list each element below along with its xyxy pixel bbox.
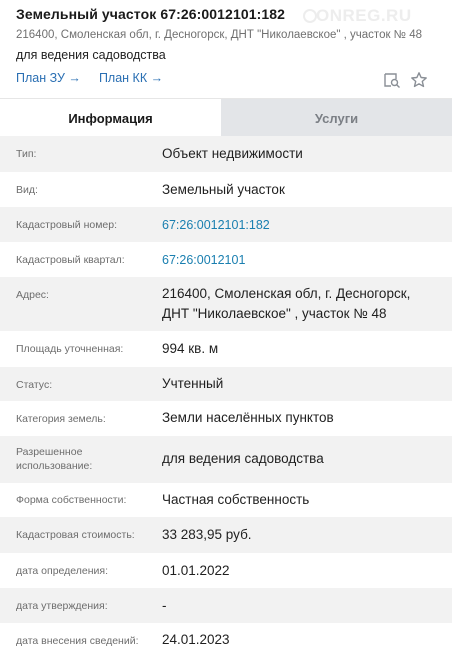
row-label-line1: Разрешенное bbox=[16, 446, 83, 458]
page-title: Земельный участок 67:26:0012101:182 bbox=[16, 6, 286, 22]
cadastral-number-link[interactable]: 67:26:0012101:182 bbox=[162, 215, 442, 235]
object-purpose: для ведения садоводства bbox=[16, 48, 166, 62]
row-label: Тип: bbox=[16, 148, 37, 160]
row-label-line2: использование: bbox=[16, 460, 93, 472]
row-value: Объект недвижимости bbox=[162, 146, 303, 161]
row-value: - bbox=[162, 598, 167, 613]
table-row: Форма собственности: Частная собственнос… bbox=[0, 483, 452, 517]
table-row: Адрес: 216400, Смоленская обл, г. Десног… bbox=[0, 277, 452, 331]
row-label: Форма собственности: bbox=[16, 494, 127, 506]
watermark-logo-icon bbox=[303, 9, 317, 23]
row-value: Земельный участок bbox=[162, 182, 285, 197]
row-label: Категория земель: bbox=[16, 413, 106, 425]
row-label: Вид: bbox=[16, 184, 38, 196]
table-row: дата утверждения: - bbox=[0, 588, 452, 623]
row-value: 33 283,95 руб. bbox=[162, 527, 252, 542]
table-row: Вид: Земельный участок bbox=[0, 172, 452, 207]
row-label: Статус: bbox=[16, 379, 53, 391]
row-value: Частная собственность bbox=[162, 492, 310, 507]
plan-kk-link[interactable]: План КК → bbox=[99, 71, 163, 85]
tab-info[interactable]: Информация bbox=[0, 99, 221, 137]
table-row: Тип: Объект недвижимости bbox=[0, 136, 452, 172]
star-icon[interactable] bbox=[410, 71, 428, 89]
table-row: дата внесения сведений: 24.01.2023 bbox=[0, 623, 452, 648]
map-search-icon[interactable] bbox=[383, 71, 401, 89]
watermark: ONREG.RU bbox=[316, 6, 412, 25]
table-row: Кадастровая стоимость: 33 283,95 руб. bbox=[0, 517, 452, 553]
row-label: дата внесения сведений: bbox=[16, 635, 139, 647]
tab-services[interactable]: Услуги bbox=[221, 99, 452, 137]
object-address: 216400, Смоленская обл, г. Десногорск, Д… bbox=[16, 29, 423, 41]
row-value: Учтенный bbox=[162, 376, 224, 391]
row-value: для ведения садоводства bbox=[162, 451, 324, 466]
row-value: 24.01.2023 bbox=[162, 632, 230, 647]
table-row: Площадь уточненная: 994 кв. м bbox=[0, 331, 452, 367]
row-label: Адрес: bbox=[16, 289, 49, 301]
row-value: Земли населённых пунктов bbox=[162, 410, 334, 425]
property-details-table: Тип: Объект недвижимости Вид: Земельный … bbox=[0, 136, 452, 648]
row-label: Кадастровая стоимость: bbox=[16, 529, 135, 541]
row-value: 994 кв. м bbox=[162, 341, 219, 356]
tab-bar: Информация Услуги bbox=[0, 98, 452, 137]
plan-links: План ЗУ → План КК → bbox=[16, 71, 163, 85]
plan-zu-link[interactable]: План ЗУ → bbox=[16, 71, 81, 85]
table-row: Разрешенное использование: для ведения с… bbox=[0, 436, 452, 483]
row-value-line1: 216400, Смоленская обл, г. Десногорск, bbox=[162, 286, 411, 301]
row-label: дата утверждения: bbox=[16, 600, 108, 612]
row-label: Кадастровый номер: bbox=[16, 219, 118, 231]
table-row: Кадастровый квартал: 67:26:0012101 bbox=[0, 242, 452, 277]
row-label: Кадастровый квартал: bbox=[16, 254, 125, 266]
row-value: 01.01.2022 bbox=[162, 563, 230, 578]
table-row: дата определения: 01.01.2022 bbox=[0, 553, 452, 588]
cadastral-quarter-link[interactable]: 67:26:0012101 bbox=[162, 250, 442, 270]
table-row: Кадастровый номер: 67:26:0012101:182 bbox=[0, 207, 452, 242]
row-value-line2: ДНТ "Николаевское" , участок № 48 bbox=[162, 306, 387, 321]
table-row: Статус: Учтенный bbox=[0, 367, 452, 401]
row-label: Площадь уточненная: bbox=[16, 343, 124, 355]
table-row: Категория земель: Земли населённых пункт… bbox=[0, 401, 452, 436]
object-header: ONREG.RU Земельный участок 67:26:0012101… bbox=[0, 0, 452, 98]
row-label: дата определения: bbox=[16, 565, 109, 577]
